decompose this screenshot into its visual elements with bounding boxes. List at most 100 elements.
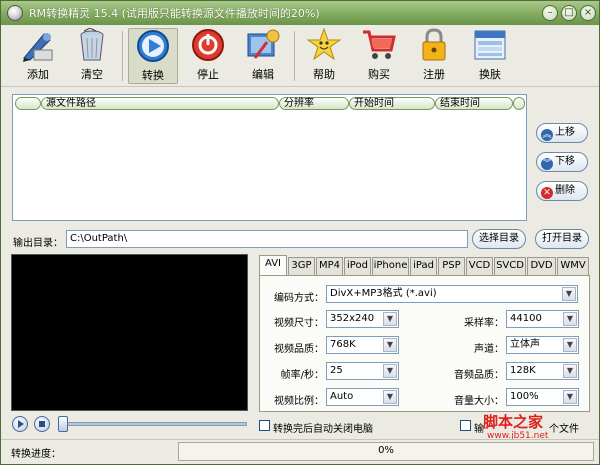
add-pen-icon — [20, 28, 56, 62]
stop-power-icon — [190, 28, 226, 62]
maximize-button[interactable]: □ — [561, 5, 577, 21]
minimize-button[interactable]: – — [542, 5, 558, 21]
chevron-down-icon[interactable]: ▼ — [563, 338, 577, 352]
video-quality-label: 视频品质： — [274, 344, 324, 355]
convert-label: 转换 — [142, 69, 164, 82]
edit-tools-icon — [245, 28, 281, 62]
title-bar[interactable]: RM转换精灵 15.4 (试用版只能转换源文件播放时间的20%) – □ × — [1, 1, 599, 25]
tab-3gp[interactable]: 3GP — [288, 257, 315, 275]
column-header-index[interactable] — [15, 97, 41, 110]
chevron-down-icon[interactable]: ▼ — [563, 312, 577, 326]
move-up-label: 上移 — [555, 127, 575, 138]
column-header-end-time[interactable]: 结束时间 — [435, 97, 513, 110]
toolbar: 添加 清空 转换 停止 编辑 帮助 购买 注册 换肤 — [1, 25, 599, 87]
edit-button[interactable]: 编辑 — [238, 28, 288, 84]
chevron-down-icon[interactable]: ▼ — [383, 312, 397, 326]
tab-svcd[interactable]: SVCD — [494, 257, 526, 275]
tab-mp4[interactable]: MP4 — [316, 257, 343, 275]
trash-bin-icon — [74, 27, 110, 62]
help-button[interactable]: 帮助 — [299, 27, 349, 84]
video-size-select[interactable]: 352x240 ▼ — [326, 310, 399, 328]
register-button[interactable]: 注册 — [409, 28, 459, 84]
seek-slider-handle[interactable] — [58, 416, 68, 432]
edit-label: 编辑 — [252, 68, 274, 81]
progress-bar: 0% — [178, 442, 594, 461]
tab-ipod[interactable]: iPod — [344, 257, 371, 275]
tab-vcd[interactable]: VCD — [466, 257, 493, 275]
framerate-select[interactable]: 25 ▼ — [326, 362, 399, 380]
video-preview — [11, 254, 248, 411]
column-header-source-path[interactable]: 源文件路径 — [41, 97, 279, 110]
tab-iphone[interactable]: iPhone — [372, 257, 409, 275]
column-header-extra[interactable] — [513, 97, 525, 110]
merge-checkbox[interactable] — [460, 420, 471, 431]
stop-button[interactable]: 停止 — [183, 28, 233, 84]
help-label: 帮助 — [313, 68, 335, 81]
samplerate-value: 44100 — [510, 313, 542, 324]
tab-avi[interactable]: AVI — [259, 255, 287, 275]
channel-select[interactable]: 立体声 ▼ — [506, 336, 579, 354]
convert-button[interactable]: 转换 — [128, 28, 178, 84]
column-header-resolution[interactable]: 分辨率 — [279, 97, 349, 110]
skin-button[interactable]: 换肤 — [465, 28, 515, 84]
video-size-value: 352x240 — [330, 313, 375, 324]
volume-value: 100% — [510, 391, 539, 402]
toolbar-separator — [294, 31, 295, 81]
chevron-down-icon[interactable]: ▼ — [563, 390, 577, 404]
delete-button[interactable]: ✕ 删除 — [536, 181, 588, 201]
aspect-ratio-select[interactable]: Auto ▼ — [326, 388, 399, 406]
tab-ipad[interactable]: iPad — [410, 257, 437, 275]
samplerate-select[interactable]: 44100 ▼ — [506, 310, 579, 328]
progress-label: 转换进度： — [11, 449, 61, 460]
channel-value: 立体声 — [510, 339, 540, 350]
open-dir-button[interactable]: 打开目录 — [535, 229, 589, 249]
move-down-button[interactable]: ︾ 下移 — [536, 152, 588, 172]
choose-dir-button[interactable]: 选择目录 — [472, 229, 526, 249]
encoding-select[interactable]: DivX+MP3格式 (*.avi) ▼ — [326, 285, 578, 303]
add-label: 添加 — [27, 68, 49, 81]
tab-wmv[interactable]: WMV — [557, 257, 589, 275]
chevron-down-icon[interactable]: ▼ — [383, 338, 397, 352]
close-button[interactable]: × — [580, 5, 596, 21]
column-header-start-time[interactable]: 开始时间 — [349, 97, 435, 110]
lock-icon — [416, 28, 452, 62]
buy-button[interactable]: 购买 — [354, 28, 404, 84]
clear-button[interactable]: 清空 — [67, 27, 117, 84]
chevron-down-icon[interactable]: ▼ — [383, 390, 397, 404]
delete-label: 删除 — [555, 185, 575, 196]
register-label: 注册 — [423, 68, 445, 81]
shutdown-checkbox[interactable] — [259, 420, 270, 431]
watermark-brand: 脚本之家 — [483, 413, 544, 431]
chevron-down-icon[interactable]: ▼ — [562, 287, 576, 301]
chevron-down-icon[interactable]: ▼ — [563, 364, 577, 378]
aspect-ratio-value: Auto — [330, 391, 354, 402]
video-size-label: 视频尺寸： — [274, 318, 324, 329]
seek-track[interactable] — [59, 422, 247, 426]
add-button[interactable]: 添加 — [13, 28, 63, 84]
video-quality-select[interactable]: 768K ▼ — [326, 336, 399, 354]
double-chevron-up-icon: ︽ — [541, 129, 553, 141]
chevron-down-icon[interactable]: ▼ — [383, 364, 397, 378]
video-quality-value: 768K — [330, 339, 356, 350]
move-down-label: 下移 — [555, 156, 575, 167]
tab-psp[interactable]: PSP — [438, 257, 465, 275]
audio-quality-select[interactable]: 128K ▼ — [506, 362, 579, 380]
delete-x-icon: ✕ — [541, 187, 553, 199]
play-button[interactable] — [12, 416, 28, 432]
samplerate-label: 采样率： — [464, 318, 504, 329]
volume-select[interactable]: 100% ▼ — [506, 388, 579, 406]
stop-label: 停止 — [197, 68, 219, 81]
output-dir-input[interactable]: C:\OutPath\ — [66, 230, 468, 248]
file-list[interactable]: 源文件路径 分辨率 开始时间 结束时间 — [12, 94, 527, 221]
encoding-label: 编码方式： — [274, 293, 324, 304]
stop-playback-button[interactable] — [34, 416, 50, 432]
encoding-value: DivX+MP3格式 (*.avi) — [330, 288, 437, 299]
watermark: 脚本之家 www.jb51.net — [471, 411, 599, 441]
move-up-button[interactable]: ︽ 上移 — [536, 123, 588, 143]
help-star-icon — [306, 27, 342, 62]
window-title: RM转换精灵 15.4 (试用版只能转换源文件播放时间的20%) — [29, 7, 320, 20]
framerate-label: 帧率/秒： — [280, 370, 324, 381]
double-chevron-down-icon: ︾ — [541, 158, 553, 170]
tab-dvd[interactable]: DVD — [527, 257, 556, 275]
toolbar-separator — [122, 31, 123, 81]
